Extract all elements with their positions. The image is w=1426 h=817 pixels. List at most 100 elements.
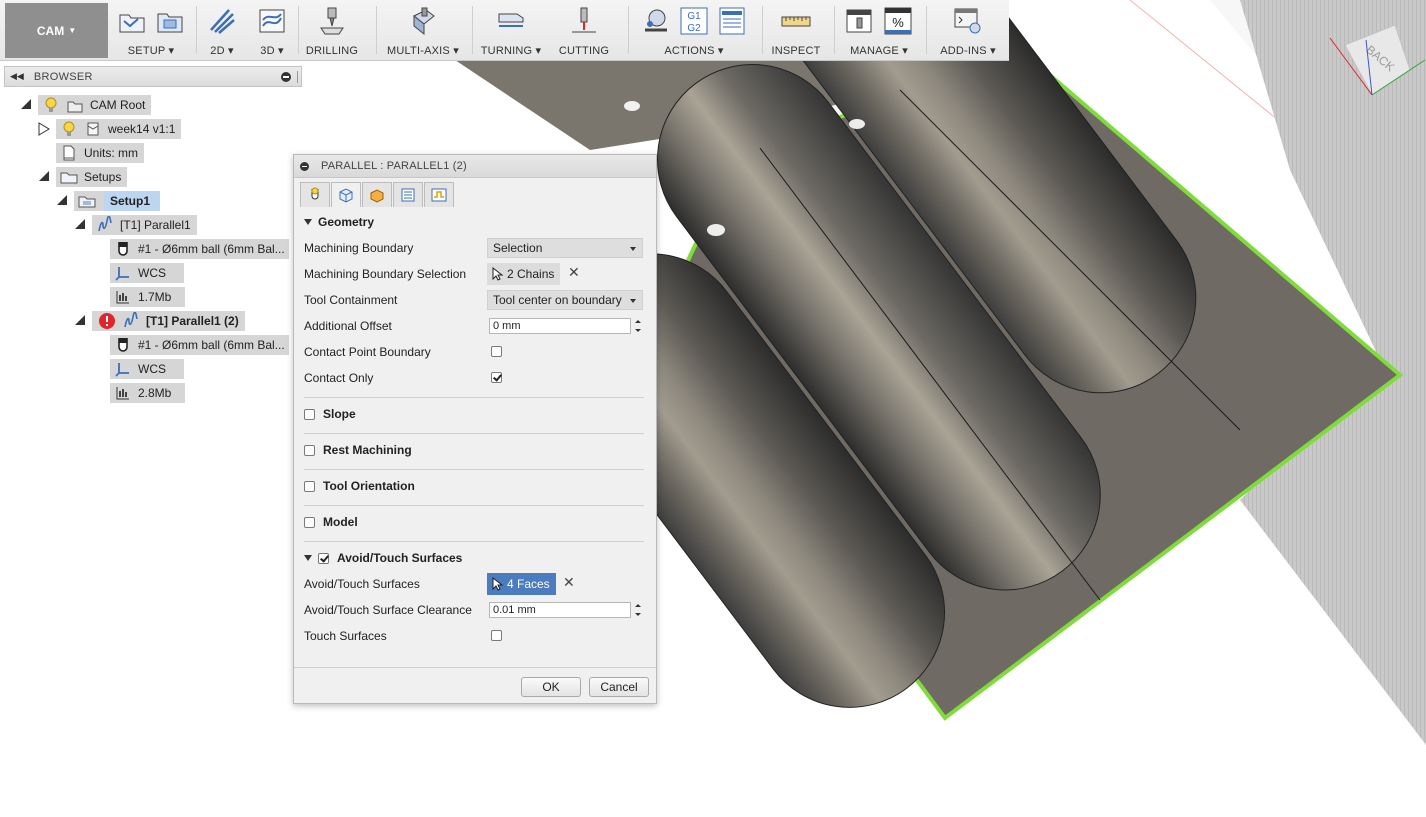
avoid-surfaces-button[interactable]: 4 Faces	[487, 573, 556, 595]
chevron-down-icon: ▼	[68, 26, 77, 35]
toolbar-actions-label: ACTIONS	[664, 45, 715, 57]
tree-node-setups[interactable]: Setups	[38, 167, 128, 187]
toolbar-setup-label: SETUP	[127, 45, 166, 57]
tool-library-icon	[846, 9, 872, 33]
tab-heights[interactable]	[362, 182, 392, 207]
drill-icon	[320, 7, 344, 35]
tree-node-units[interactable]: Units: mm	[56, 143, 144, 163]
expand-triangle-icon[interactable]	[38, 122, 52, 136]
collapse-triangle-icon[interactable]	[74, 314, 88, 328]
machining-boundary-label: Machining Boundary	[304, 241, 414, 255]
operation-1-label: [T1] Parallel1	[120, 218, 191, 232]
tab-tool[interactable]	[300, 182, 330, 207]
section-avoid-touch[interactable]: Avoid/Touch Surfaces	[304, 547, 644, 569]
toolbar-turning[interactable]: TURNING ▾	[476, 0, 546, 60]
tree-node-operation-2[interactable]: [T1] Parallel1 (2)	[74, 311, 245, 331]
error-icon[interactable]	[98, 312, 116, 330]
boundary-selection-label: Machining Boundary Selection	[304, 267, 467, 281]
collapse-triangle-icon[interactable]	[56, 194, 70, 208]
browser-resize-handle[interactable]	[297, 71, 299, 83]
collapse-triangle-icon[interactable]	[74, 218, 88, 232]
browser-minimize-button[interactable]	[281, 72, 291, 82]
avoid-clearance-input[interactable]: 0.01 mm	[489, 602, 631, 618]
toolbar-add-ins[interactable]: ADD-INS ▾	[930, 0, 1006, 60]
boundary-selection-button[interactable]: 2 Chains	[487, 263, 561, 285]
collapse-triangle-icon[interactable]	[38, 170, 52, 184]
section-divider	[304, 433, 644, 434]
setup-folder-icon	[119, 14, 145, 33]
tree-node-tool[interactable]: #1 - Ø6mm ball (6mm Bal...	[110, 335, 289, 355]
tree-node-component[interactable]: week14 v1:1	[38, 119, 182, 139]
tree-node-toolpath-size[interactable]: 2.8Mb	[110, 383, 186, 403]
3d-viewport[interactable]: BACK	[0, 0, 1426, 817]
toolbar-cutting[interactable]: CUTTING	[552, 0, 616, 60]
section-tool-orientation[interactable]: Tool Orientation	[304, 475, 644, 497]
lightbulb-icon[interactable]	[60, 120, 78, 138]
additional-offset-input[interactable]: 0 mm	[489, 318, 631, 334]
toolbar-2d[interactable]: 2D ▾	[200, 0, 244, 60]
toolbar-separator	[762, 6, 763, 54]
section-rest-machining[interactable]: Rest Machining	[304, 439, 644, 461]
dialog-title-bar[interactable]: PARALLEL : PARALLEL1 (2)	[294, 155, 656, 178]
folder-icon	[60, 172, 78, 184]
cancel-button[interactable]: Cancel	[589, 677, 649, 697]
section-model[interactable]: Model	[304, 511, 644, 533]
2d-toolpath-icon	[210, 9, 235, 34]
dialog-minimize-button[interactable]	[300, 161, 309, 171]
toolbar-manage[interactable]: % MANAGE ▾	[838, 0, 920, 60]
dialog-tabs	[300, 182, 455, 207]
row-avoid-surfaces: Avoid/Touch Surfaces	[304, 573, 644, 595]
ok-button[interactable]: OK	[521, 677, 581, 697]
workspace-switcher[interactable]: CAM ▼	[5, 3, 108, 58]
tab-passes[interactable]	[393, 182, 423, 207]
tab-geometry[interactable]	[331, 182, 361, 207]
avoid-touch-checkbox[interactable]	[318, 552, 329, 564]
tree-node-wcs[interactable]: WCS	[110, 359, 184, 379]
lightbulb-icon[interactable]	[42, 96, 60, 114]
section-slope[interactable]: Slope	[304, 403, 644, 425]
tree-node-wcs[interactable]: WCS	[110, 263, 184, 283]
toolpath-data-icon	[116, 387, 129, 400]
tree-node-cam-root[interactable]: CAM Root	[20, 95, 152, 115]
slope-checkbox[interactable]	[304, 408, 315, 420]
tree-node-operation-1[interactable]: [T1] Parallel1	[74, 215, 197, 235]
additional-offset-label: Additional Offset	[304, 319, 392, 333]
touch-surfaces-checkbox[interactable]	[491, 630, 502, 641]
tool-containment-select[interactable]: Tool center on boundary	[487, 290, 643, 310]
post-library-icon: %	[884, 7, 912, 35]
post-process-icon: G1G2	[680, 7, 708, 35]
collapse-browser-icon[interactable]: ◀◀	[10, 71, 24, 82]
tool-orientation-checkbox[interactable]	[304, 480, 315, 492]
section-expand-icon[interactable]	[304, 219, 312, 225]
tree-node-toolpath-size[interactable]: 1.7Mb	[110, 287, 186, 307]
toolbar-inspect-label: INSPECT	[771, 45, 821, 57]
toolbar-turning-label: TURNING	[480, 45, 533, 57]
contact-point-boundary-checkbox[interactable]	[491, 346, 502, 357]
toolbar-setup[interactable]: SETUP ▾	[110, 0, 192, 60]
tree-node-setup1[interactable]: Setup1	[56, 191, 161, 211]
avoid-clearance-stepper[interactable]	[634, 602, 642, 618]
toolbar-3d[interactable]: 3D ▾	[250, 0, 294, 60]
heights-tab-icon	[370, 189, 384, 203]
tab-linking[interactable]	[424, 182, 454, 207]
cutting-icon	[572, 7, 596, 33]
rest-machining-checkbox[interactable]	[304, 444, 315, 456]
clear-boundary-selection-button[interactable]: ✕	[568, 264, 580, 281]
setups-label: Setups	[84, 170, 122, 184]
additional-offset-stepper[interactable]	[634, 318, 642, 334]
contact-only-checkbox[interactable]	[491, 372, 502, 383]
section-geometry[interactable]: Geometry	[304, 211, 644, 233]
machining-boundary-select[interactable]: Selection	[487, 238, 643, 258]
tree-node-tool[interactable]: #1 - Ø6mm ball (6mm Bal...	[110, 239, 289, 259]
collapse-triangle-icon[interactable]	[20, 98, 34, 112]
toolbar-multi-axis[interactable]: MULTI-AXIS ▾	[380, 0, 466, 60]
clear-avoid-surfaces-button[interactable]: ✕	[563, 574, 575, 591]
browser-header: ◀◀ BROWSER	[4, 66, 302, 87]
toolbar-inspect[interactable]: INSPECT	[766, 0, 826, 60]
avoid-clearance-value: 0.01 mm	[493, 604, 536, 616]
toolbar-actions[interactable]: G1 G2 ACTIONS ▾	[632, 0, 756, 60]
section-expand-icon[interactable]	[304, 555, 312, 561]
svg-text:G2: G2	[687, 23, 701, 34]
model-checkbox[interactable]	[304, 516, 315, 528]
toolbar-drilling[interactable]: DRILLING	[300, 0, 364, 60]
